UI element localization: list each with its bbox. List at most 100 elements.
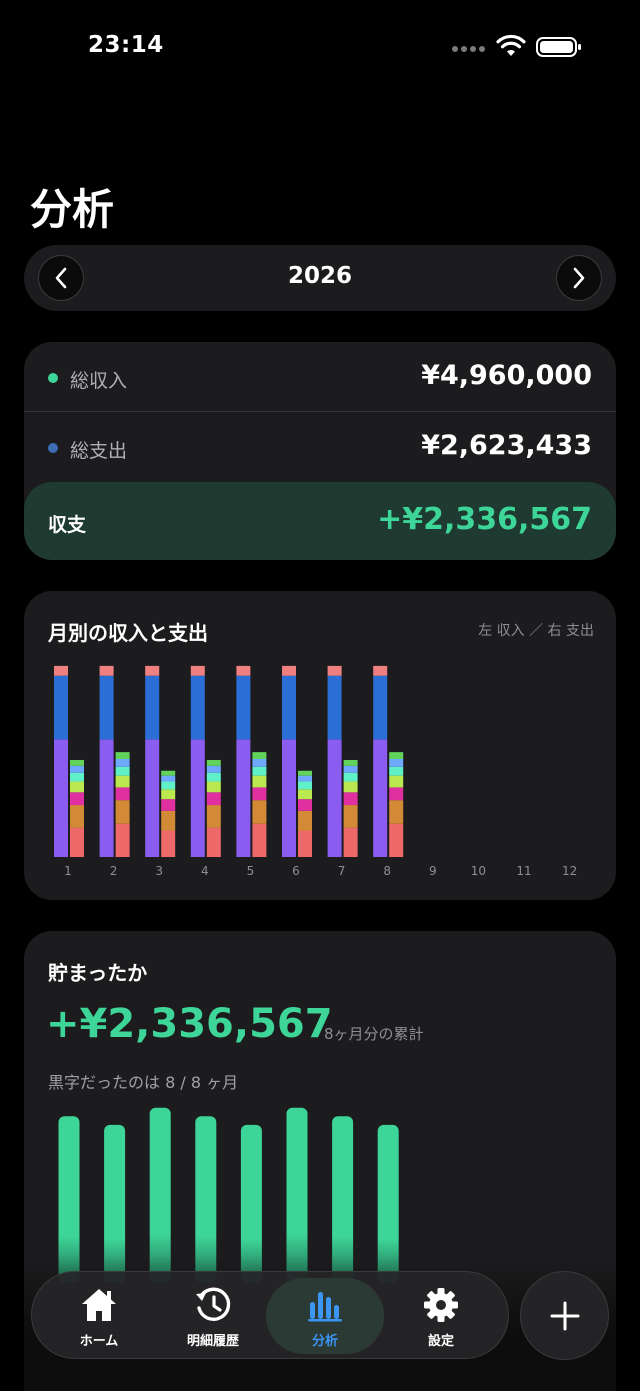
expense-bar-segment (389, 775, 404, 788)
expense-bar-segment (70, 765, 84, 773)
expense-bar-segment (298, 799, 312, 811)
gear-icon (424, 1288, 458, 1322)
expense-bar-segment (115, 752, 130, 759)
expense-bar-segment (115, 759, 130, 767)
expense-bar-segment (70, 772, 84, 782)
expense-bar-segment (343, 781, 358, 793)
income-bar-segment (54, 739, 68, 857)
expense-bar-segment (206, 805, 221, 828)
income-dot-icon (48, 373, 58, 383)
expense-bar-segment (70, 827, 84, 857)
expense-bar-segment (161, 799, 176, 811)
tab-home[interactable]: ホーム (40, 1278, 158, 1354)
expense-bar-segment (298, 830, 312, 857)
income-bar-segment (54, 665, 68, 676)
expense-bar-segment (206, 772, 221, 782)
tab-history[interactable]: 明細履歴 (154, 1278, 272, 1354)
history-clock-icon (196, 1287, 231, 1321)
balance-row: 収支 +¥2,336,567 (24, 482, 616, 560)
expense-bar-segment (70, 792, 84, 806)
expense-bar-segment (389, 800, 404, 824)
expense-bar-segment (206, 759, 221, 766)
income-bar-segment (190, 675, 205, 740)
summary-card: 総収入 ¥4,960,000 総支出 ¥2,623,433 収支 +¥2,336… (24, 342, 616, 560)
expense-bar-segment (343, 792, 358, 806)
plus-icon (550, 1301, 579, 1330)
expense-bar-segment (70, 805, 84, 828)
income-bar-segment (327, 665, 342, 676)
income-bar-segment (145, 739, 160, 857)
expense-bar-segment (298, 781, 312, 790)
expense-bar-segment (343, 765, 358, 773)
signal-dots-icon (452, 46, 486, 54)
income-bar-segment (190, 739, 205, 857)
expense-bar-segment (161, 830, 176, 857)
status-time: 23:14 (88, 32, 164, 58)
month-tick-label: 12 (562, 864, 577, 878)
tab-home-label: ホーム (79, 1334, 119, 1349)
expense-bar-segment (389, 787, 404, 801)
total-expense-label: 総支出 (70, 440, 128, 462)
income-bar-segment (327, 675, 342, 740)
next-year-button[interactable] (556, 255, 602, 301)
income-bar-segment (373, 675, 388, 740)
income-bar-segment (145, 665, 160, 676)
expense-bar-segment (115, 800, 130, 824)
expense-bar-segment (298, 810, 312, 831)
expense-bar-segment (206, 781, 221, 793)
month-tick-label: 6 (292, 864, 300, 878)
expense-bar-segment (115, 766, 130, 776)
tab-analysis[interactable]: 分析 (266, 1278, 384, 1354)
expense-bar-segment (343, 772, 358, 782)
balance-label: 収支 (48, 514, 87, 536)
expense-bar-segment (389, 752, 404, 759)
monthly-chart-card: 月別の収入と支出 左 収入 ／ 右 支出 1 2 3 4 5 6 7 8 9 10 11 12 (24, 591, 616, 900)
expense-bar-segment (115, 775, 130, 788)
month-tick-label: 9 (429, 864, 437, 878)
expense-bar-segment (343, 759, 358, 766)
income-bar-segment (327, 739, 342, 857)
expense-dot-icon (48, 443, 58, 453)
status-bar: 23:14 (0, 0, 640, 90)
house-icon (82, 1289, 116, 1321)
total-income-value: ¥4,960,000 (421, 360, 592, 391)
expense-bar-segment (161, 775, 176, 782)
total-income-label: 総収入 (70, 370, 128, 392)
expense-bar-segment (161, 781, 176, 790)
expense-bar-segment (252, 823, 267, 857)
monthly-bar-chart: 1 2 3 4 5 6 7 8 9 10 11 12 (54, 665, 577, 878)
year-label: 2026 (287, 263, 352, 289)
expense-bar-segment (343, 805, 358, 828)
expense-bar-segment (252, 775, 267, 788)
expense-bar-segment (161, 810, 176, 831)
expense-bar-segment (389, 766, 404, 776)
total-income-row: 総収入 ¥4,960,000 (24, 342, 616, 412)
month-tick-label: 8 (383, 864, 391, 878)
income-bar-segment (99, 739, 114, 857)
month-tick-label: 5 (247, 864, 255, 878)
month-tick-label: 2 (110, 864, 118, 878)
expense-bar-segment (206, 765, 221, 773)
month-tick-label: 4 (201, 864, 209, 878)
tab-settings[interactable]: 設定 (382, 1278, 500, 1354)
tab-bar: ホーム 明細履歴 分析 設定 (31, 1271, 509, 1359)
income-bar-segment (236, 739, 251, 857)
balance-value: +¥2,336,567 (377, 502, 592, 537)
month-tick-label: 11 (516, 864, 531, 878)
month-tick-label: 3 (155, 864, 163, 878)
expense-bar-segment (389, 823, 404, 857)
battery-icon (536, 37, 581, 57)
expense-bar-segment (252, 752, 267, 759)
income-bar-segment (373, 665, 388, 676)
expense-bar-segment (252, 759, 267, 767)
month-tick-label: 10 (471, 864, 486, 878)
expense-bar-segment (298, 789, 312, 800)
expense-bar-segment (298, 770, 312, 776)
income-bar-segment (236, 675, 251, 740)
income-bar-segment (99, 675, 114, 740)
bar-chart-icon (308, 1292, 342, 1322)
income-bar-segment (99, 665, 114, 676)
add-transaction-button[interactable] (520, 1271, 609, 1360)
page-title: 分析 (30, 185, 115, 234)
month-tick-label: 7 (338, 864, 346, 878)
